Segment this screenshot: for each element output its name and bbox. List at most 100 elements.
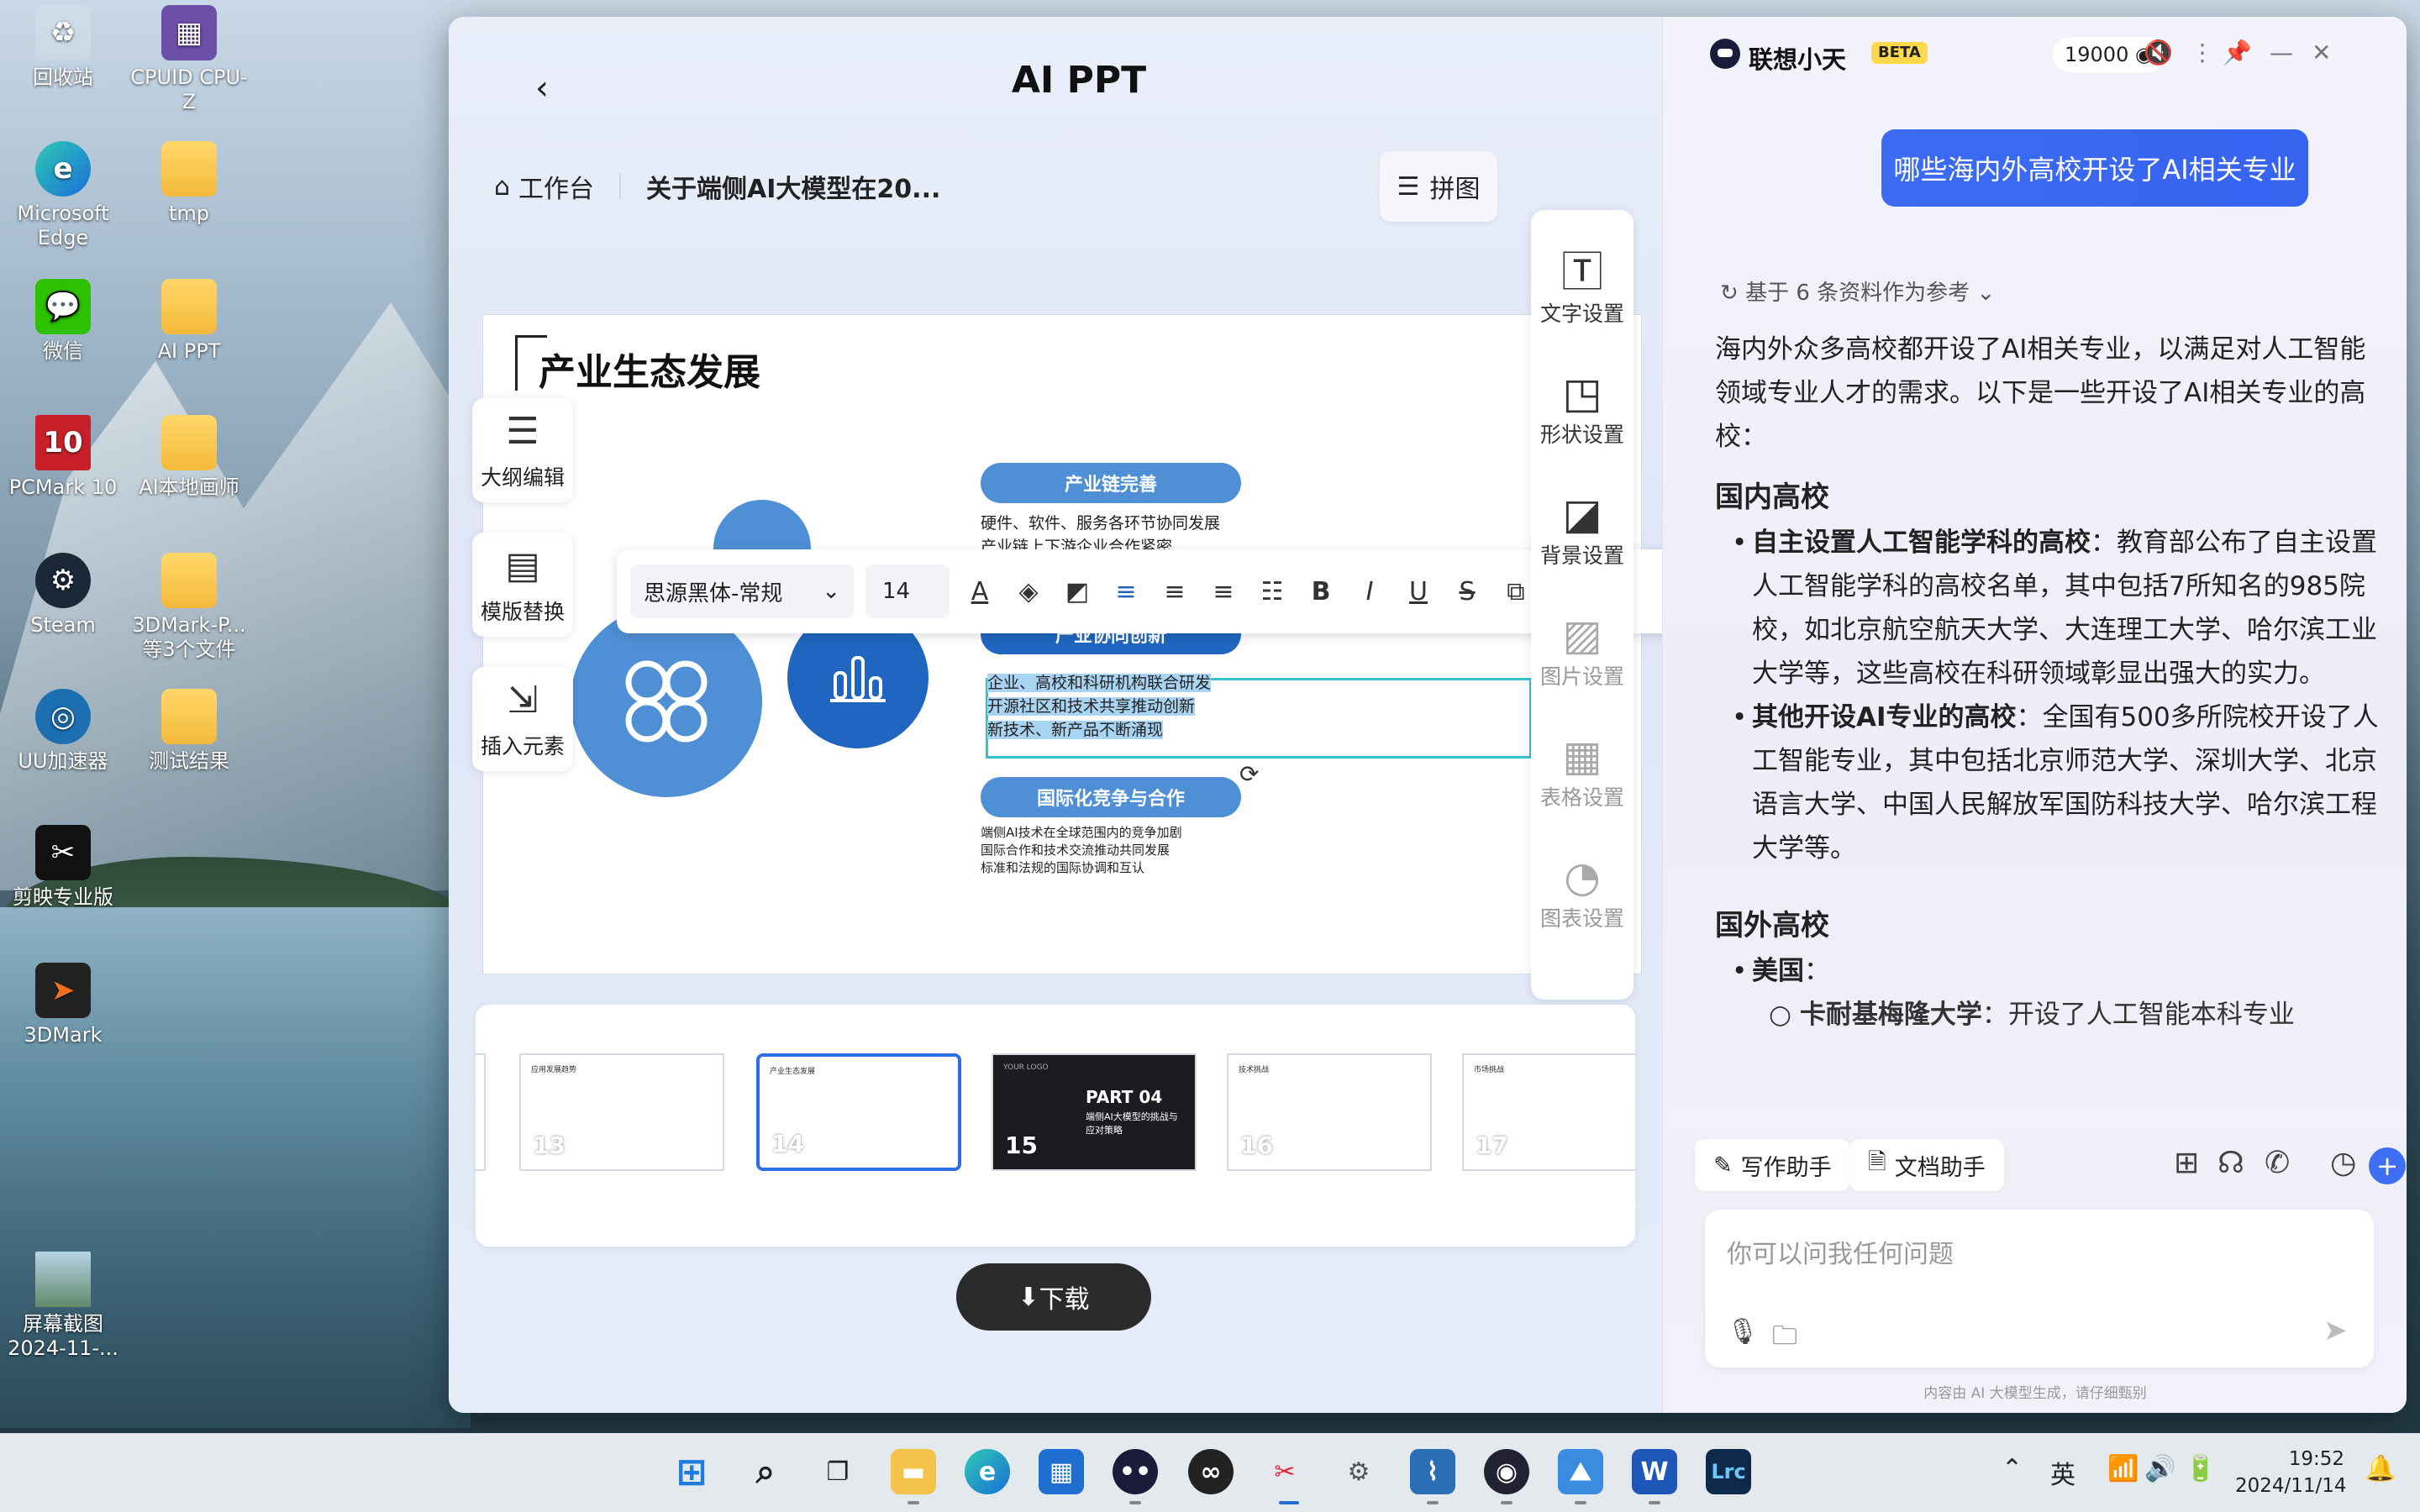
image-editor-icon[interactable]: ⛰ [1558, 1449, 1603, 1494]
font-color-icon[interactable]: A [961, 566, 998, 617]
word-icon[interactable]: W [1632, 1449, 1677, 1494]
font-family-select[interactable]: 思源黑体-常规 ⌄ [630, 564, 854, 618]
template-replace-button[interactable]: ▤ 模版替换 [472, 533, 573, 637]
desktop-icon-tmp[interactable]: tmp [126, 141, 252, 226]
outline-edit-button[interactable]: ☰ 大纲编辑 [472, 398, 573, 502]
align-center-icon[interactable]: ≡ [1156, 566, 1193, 617]
battery-icon[interactable]: 🔋 [2185, 1454, 2216, 1483]
headset-icon[interactable]: ☊ [2217, 1146, 2244, 1180]
start-icon[interactable]: ⊞ [669, 1449, 714, 1494]
collage-button[interactable]: ☰ 拼图 [1380, 151, 1497, 222]
rotate-handle-icon[interactable]: ⟳ [1239, 760, 1259, 788]
text-settings-button[interactable]: 🅃 文字设置 [1531, 247, 1634, 328]
chat-input[interactable]: 你可以问我任何问题 🎙 🗀 ➤ [1705, 1210, 2374, 1368]
border-style-icon[interactable]: ◩ [1059, 566, 1096, 617]
desktop-icon-edge[interactable]: e Microsoft Edge [0, 141, 126, 250]
image-settings-button[interactable]: ▨ 图片设置 [1531, 610, 1634, 690]
lenovo-assistant-icon[interactable]: •• [1113, 1449, 1158, 1494]
background-icon: ◪ [1562, 490, 1602, 538]
desktop-icon-3dmark-files[interactable]: 3DMark-P... 等3个文件 [126, 553, 252, 662]
desktop-icon-wechat[interactable]: 💬 微信 [0, 279, 126, 364]
back-button[interactable]: ‹ [521, 67, 563, 109]
pill3-line-1[interactable]: 端侧AI技术在全球范围内的竞争加剧 [981, 824, 1182, 842]
apps-icon[interactable]: ⊞ [2174, 1146, 2199, 1180]
pill3-line-3[interactable]: 标准和法规的国际协调和互认 [981, 859, 1144, 877]
desktop-icon-ai-painter[interactable]: AI本地画师 [126, 415, 252, 500]
new-chat-button[interactable]: + [2369, 1147, 2406, 1184]
more-icon[interactable]: ⋮ [2191, 39, 2214, 66]
desktop-icon-ai-ppt[interactable]: AI PPT [126, 279, 252, 364]
wifi-icon[interactable]: 📶 [2107, 1454, 2139, 1483]
home-icon[interactable]: ⌂ [494, 172, 510, 202]
fill-color-icon[interactable]: ◈ [1010, 566, 1047, 617]
align-right-icon[interactable]: ≡ [1205, 566, 1242, 617]
slide-canvas[interactable]: 产业生态发展 产业链完善 硬件、软件、服务各环节协同发展 产业链上下游企业合作紧… [482, 314, 1642, 974]
pill-industry-chain[interactable]: 产业链完善 [981, 463, 1241, 503]
italic-icon[interactable]: I [1351, 566, 1388, 617]
pin-icon[interactable]: 📌 [2223, 39, 2252, 66]
settings-gear-icon[interactable]: ⚙ [1336, 1449, 1381, 1494]
slide-thumbnail-13[interactable]: 应用发展趋势 13 [519, 1053, 724, 1171]
desktop-icon-uu[interactable]: ◎ UU加速器 [0, 689, 126, 774]
document-assistant-button[interactable]: 🗎 文档助手 [1849, 1139, 2004, 1191]
clock[interactable]: 19:52 2024/11/14 [2235, 1446, 2347, 1499]
ime-indicator[interactable]: 英 [2050, 1454, 2075, 1491]
beta-badge: BETA [1871, 42, 1928, 64]
desktop-icon-test-results[interactable]: 测试结果 [126, 689, 252, 774]
writing-assistant-button[interactable]: ✎ 写作助手 [1695, 1139, 1850, 1191]
task-view-icon[interactable]: ❐ [815, 1449, 860, 1494]
slide-circle-large[interactable] [571, 606, 762, 797]
close-icon[interactable]: ✕ [2312, 39, 2331, 66]
slide-thumbnail-12[interactable] [476, 1053, 486, 1171]
desktop-icon-cpuz[interactable]: ▦ CPUID CPU-Z [126, 5, 252, 114]
pill-international[interactable]: 国际化竞争与合作 [981, 777, 1241, 817]
background-settings-button[interactable]: ◪ 背景设置 [1531, 489, 1634, 570]
link-app-icon[interactable]: ∞ [1188, 1449, 1234, 1494]
slide-title[interactable]: 产业生态发展 [539, 342, 760, 396]
microphone-icon[interactable]: 🎙 [1727, 1317, 1759, 1347]
desktop-icon-3dmark[interactable]: ➤ 3DMark [0, 963, 126, 1047]
slide-thumbnail-14[interactable]: 产业生态发展 14 [756, 1053, 961, 1171]
pill3-line-2[interactable]: 国际合作和技术交流推动共同发展 [981, 842, 1170, 859]
history-icon[interactable]: ◷ [2330, 1146, 2356, 1180]
chart-settings-button[interactable]: ◔ 图表设置 [1531, 852, 1634, 932]
volume-icon[interactable]: 🔊 [2144, 1454, 2175, 1483]
insert-element-button[interactable]: ⇲ 插入元素 [472, 667, 573, 771]
desktop-icon-steam[interactable]: ⚙ Steam [0, 553, 126, 638]
mute-icon[interactable]: 🔇 [2144, 39, 2173, 66]
breadcrumb-home[interactable]: 工作台 [518, 168, 594, 205]
minimize-icon[interactable]: — [2270, 39, 2293, 66]
slide-thumbnail-17[interactable]: 市场挑战 17 [1462, 1053, 1635, 1171]
lightroom-classic-icon[interactable]: Lrc [1706, 1449, 1751, 1494]
notification-bell-icon[interactable]: 🔔 [2365, 1454, 2396, 1483]
slide-thumbnail-15[interactable]: YOUR LOGO PART 04 端侧AI大模型的挑战与应对策略 15 [992, 1053, 1197, 1171]
folder-upload-icon[interactable]: 🗀 [1772, 1317, 1797, 1360]
underline-icon[interactable]: U [1400, 566, 1437, 617]
desktop-icon-screenshot[interactable]: 屏幕截图 2024-11-... [0, 1252, 126, 1361]
chevron-up-icon[interactable]: ⌃ [2002, 1454, 2023, 1483]
layer-icon[interactable]: ⧉ [1497, 566, 1534, 617]
search-icon[interactable]: ⌕ [743, 1449, 788, 1494]
bold-icon[interactable]: B [1302, 566, 1339, 617]
monitor-app-icon[interactable]: ⌇ [1410, 1449, 1455, 1494]
desktop-icon-jianying[interactable]: ✂ 剪映专业版 [0, 825, 126, 910]
send-icon[interactable]: ➤ [2323, 1314, 2348, 1347]
snipping-tool-icon[interactable]: ✂ [1262, 1449, 1307, 1494]
edge-taskbar-icon[interactable]: e [965, 1449, 1010, 1494]
desktop-icon-recycle-bin[interactable]: ♻ 回收站 [0, 5, 126, 90]
pill1-line-1[interactable]: 硬件、软件、服务各环节协同发展 [981, 512, 1220, 535]
table-settings-button[interactable]: ▦ 表格设置 [1531, 731, 1634, 811]
shape-settings-button[interactable]: ◳ 形状设置 [1531, 368, 1634, 449]
phone-icon[interactable]: ✆ [2265, 1146, 2290, 1180]
strikethrough-icon[interactable]: S [1449, 566, 1486, 617]
file-explorer-icon[interactable]: ▬ [891, 1449, 936, 1494]
slide-thumbnail-16[interactable]: 技术挑战 16 [1227, 1053, 1432, 1171]
desktop-icon-pcmark[interactable]: 10 PCMark 10 [0, 415, 126, 500]
download-button[interactable]: ⬇ 下载 [956, 1263, 1151, 1331]
store-icon[interactable]: ▦ [1039, 1449, 1084, 1494]
camera-app-icon[interactable]: ◉ [1484, 1449, 1529, 1494]
font-size-input[interactable]: 14 [865, 564, 950, 618]
align-left-icon[interactable]: ≡ [1107, 566, 1144, 617]
reference-toggle[interactable]: ↻ 基于 6 条资料作为参考 ⌄ [1720, 276, 1995, 307]
line-spacing-icon[interactable]: ☷ [1254, 566, 1291, 617]
